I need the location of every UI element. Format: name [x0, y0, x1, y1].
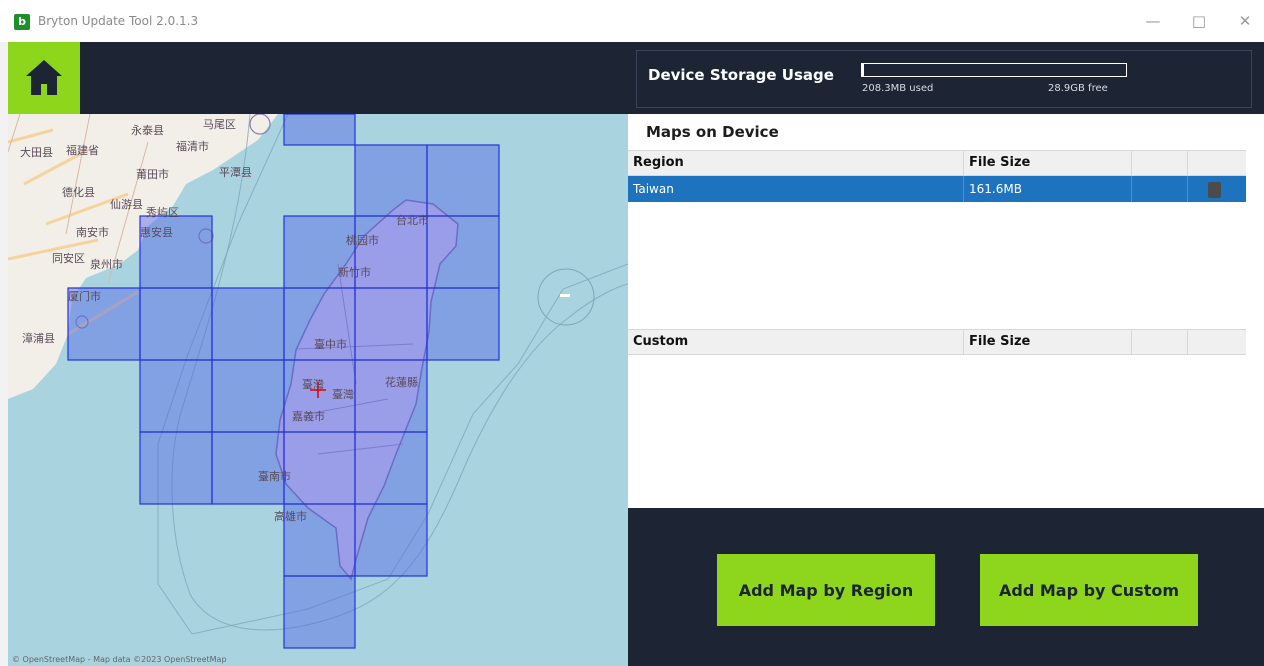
device-storage-panel: Device Storage Usage 208.3MB used 28.9GB… [628, 42, 1264, 114]
map-label: 平潭县 [219, 166, 252, 179]
map-label: 福建省 [66, 144, 99, 157]
window-title: Bryton Update Tool 2.0.1.3 [38, 14, 199, 28]
map-label: 南安市 [76, 226, 109, 239]
storage-usage-bar [861, 63, 1127, 77]
map-label: 臺灣 [302, 378, 324, 391]
add-map-by-region-button[interactable]: Add Map by Region [717, 554, 935, 626]
table-header: Custom File Size [628, 329, 1246, 355]
map-label: 嘉義市 [292, 410, 325, 423]
map-attribution: © OpenStreetMap - Map data ©2023 OpenStr… [12, 655, 227, 664]
map-label: 永泰县 [131, 124, 164, 137]
map-header-bar [8, 42, 628, 114]
storage-title: Device Storage Usage [648, 66, 834, 84]
trash-icon[interactable] [1208, 182, 1221, 198]
empty-column-header [1132, 151, 1188, 175]
map-label: 臺灣 [332, 388, 354, 401]
table-row[interactable]: Taiwan 161.6MB [628, 176, 1246, 202]
map-label: 德化县 [62, 186, 95, 199]
region-map[interactable]: 永泰县 马尾区 大田县 福建省 福清市 莆田市 平潭县 德化县 仙游县 秀屿区 … [8, 114, 628, 666]
maximize-button[interactable]: □ [1184, 10, 1214, 32]
region-column-header[interactable]: Region [628, 151, 964, 175]
region-cell: Taiwan [628, 176, 964, 202]
home-icon [26, 60, 62, 95]
add-map-by-custom-button[interactable]: Add Map by Custom [980, 554, 1198, 626]
map-label: 马尾区 [203, 118, 236, 131]
map-label: 臺南市 [258, 470, 291, 483]
map-label: 花蓮縣 [385, 376, 418, 389]
window-left-border [0, 42, 8, 666]
map-label: 福清市 [176, 140, 209, 153]
storage-used-text: 208.3MB used [862, 83, 934, 94]
storage-used-fill [862, 64, 864, 76]
empty-column-header [1132, 330, 1188, 354]
map-label: 漳浦县 [22, 332, 55, 345]
map-label: 桃园市 [346, 234, 379, 247]
map-label: 大田县 [20, 146, 53, 159]
bryton-app-icon: b [14, 14, 30, 30]
empty-cell [1132, 176, 1188, 202]
map-label: 泉州市 [90, 258, 123, 271]
map-label: 仙游县 [110, 198, 143, 211]
file-size-column-header[interactable]: File Size [964, 330, 1132, 354]
map-label: 臺中市 [314, 338, 347, 351]
table-header: Region File Size [628, 150, 1246, 176]
close-button[interactable]: ✕ [1230, 10, 1260, 32]
custom-column-header[interactable]: Custom [628, 330, 964, 354]
file-size-column-header[interactable]: File Size [964, 151, 1132, 175]
map-label: 厦门市 [68, 290, 101, 303]
storage-free-text: 28.9GB free [1048, 83, 1108, 94]
empty-column-header [1188, 151, 1246, 175]
map-label: 新竹市 [338, 266, 371, 279]
map-label: 台北市 [396, 214, 429, 227]
map-label: 秀屿区 [146, 206, 179, 219]
file-size-cell: 161.6MB [964, 176, 1132, 202]
map-label: 莆田市 [136, 168, 169, 181]
map-label: 惠安县 [140, 226, 173, 239]
custom-maps-table: Custom File Size [628, 329, 1246, 355]
action-bar: Add Map by Region Add Map by Custom [628, 508, 1264, 666]
maps-panel: Maps on Device Region File Size Taiwan 1… [628, 114, 1264, 508]
title-bar: b Bryton Update Tool 2.0.1.3 — □ ✕ [0, 0, 1264, 42]
map-label: 同安区 [52, 252, 85, 265]
minimize-button[interactable]: — [1138, 10, 1168, 32]
map-label: 高雄市 [274, 510, 307, 523]
maps-on-device-table: Region File Size Taiwan 161.6MB [628, 150, 1246, 202]
empty-column-header [1188, 330, 1246, 354]
maps-on-device-title: Maps on Device [646, 123, 779, 141]
home-button[interactable] [8, 42, 80, 114]
